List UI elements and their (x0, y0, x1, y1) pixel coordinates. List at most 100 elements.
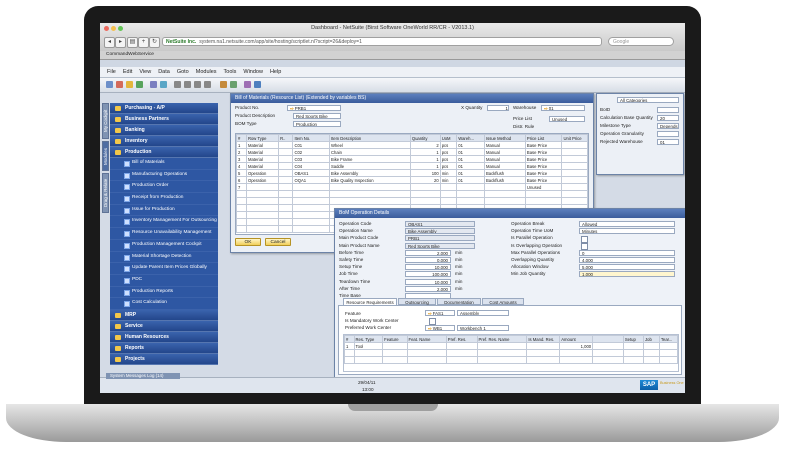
menu-help[interactable]: Help (270, 69, 281, 75)
preferred-name-field[interactable]: Workbench 1 (457, 325, 509, 331)
bom-col-header[interactable]: R.. (278, 134, 294, 142)
menu-file[interactable]: File (107, 69, 116, 75)
filter-icon[interactable] (220, 81, 227, 88)
sidebar-module-service[interactable]: Service (110, 320, 218, 332)
operation-field-value[interactable]: PRB1 (405, 235, 475, 242)
operation-right-value[interactable]: Allowed (579, 221, 675, 227)
operation-right-value[interactable]: Minutes (579, 228, 675, 235)
link-arrow-icon[interactable]: ⇨ (544, 106, 548, 110)
operation-right-value[interactable]: 0 (579, 249, 675, 256)
tab-modules[interactable]: Modules (102, 141, 109, 171)
sidebar-module-human-resources[interactable]: Human Resources (110, 331, 218, 343)
bom-col-header[interactable]: Row Type (245, 134, 280, 142)
feature-name-field[interactable]: Assembly (457, 310, 509, 316)
sidebar-module-banking[interactable]: Banking (110, 125, 218, 136)
link-arrow-icon[interactable]: ⇨ (428, 311, 432, 315)
operation-field-value[interactable]: 2,000 (405, 249, 451, 256)
sidebar-item-production-order[interactable]: Production Order (110, 181, 218, 194)
resource-col-header[interactable]: Pref. Res. (445, 335, 478, 343)
first-record-icon[interactable] (174, 81, 181, 88)
table-row[interactable]: 6 Operation OQA1 Bike Quality Inspection 20 m… (236, 176, 588, 184)
menu-goto[interactable]: Goto (177, 69, 189, 75)
operation-right-checkbox[interactable] (581, 235, 588, 243)
feature-code-field[interactable]: ⇨FAS1 (425, 310, 455, 316)
ok-button[interactable]: OK (235, 238, 261, 246)
prev-record-icon[interactable] (184, 81, 191, 88)
menu-tools[interactable]: Tools (224, 69, 237, 75)
right-panel-field[interactable]: Depends on (657, 123, 679, 129)
settings-icon[interactable] (244, 81, 251, 88)
x-quantity-field[interactable]: 1 (487, 105, 509, 111)
bom-col-header[interactable]: Price List (524, 134, 563, 142)
sidebar-module-production[interactable]: Production (110, 147, 218, 158)
back-button[interactable]: ◂ (104, 37, 115, 48)
bom-col-header[interactable]: Item No. (292, 134, 330, 142)
resource-col-header[interactable]: Setup (622, 335, 645, 343)
bom-col-header[interactable]: # (236, 134, 247, 142)
tab-resource-requirements[interactable]: Resource Requirements (343, 298, 397, 305)
address-bar[interactable]: NetSuite Inc. system.na1.netsuite.com/app… (162, 37, 602, 46)
reload-icon[interactable]: ↻ (149, 37, 160, 48)
operation-field-value[interactable]: Bike Assembly (405, 228, 475, 235)
sidebar-module-inventory[interactable]: Inventory (110, 136, 218, 147)
add-bookmark-button[interactable]: + (138, 37, 149, 48)
email-icon[interactable] (126, 81, 133, 88)
sidebar-item-cost-calculation[interactable]: Cost Calculation (110, 298, 218, 310)
sidebar-item-resource-unavailability-management[interactable]: Resource Unavailability Management (110, 228, 218, 240)
menu-window[interactable]: Window (243, 69, 263, 75)
link-arrow-icon[interactable]: ⇨ (290, 106, 294, 110)
bom-col-header[interactable]: Quantity (409, 134, 441, 142)
forward-button[interactable]: ▸ (115, 37, 126, 48)
sidebar-item-pdc[interactable]: PDC (110, 274, 218, 287)
tab-drag-relate[interactable]: Drag & Relate (102, 173, 109, 213)
operation-field-value[interactable]: 0,000 (405, 257, 451, 263)
last-record-icon[interactable] (204, 81, 211, 88)
menu-data[interactable]: Data (158, 69, 170, 75)
sidebar-item-bill-of-materials[interactable]: Bill of Materials (110, 158, 218, 170)
resource-col-header[interactable]: Job (643, 335, 660, 343)
table-row[interactable]: 7 Unused (236, 183, 588, 191)
preview-icon[interactable] (116, 81, 123, 88)
sidebar-module-business-partners[interactable]: Business Partners (110, 114, 218, 125)
price-list-select[interactable]: Unused (549, 116, 585, 122)
search-input[interactable]: Google (608, 37, 674, 46)
tab-outsourcing[interactable]: Outsourcing (398, 298, 436, 305)
sidebar-item-inventory-management-for-outsourcing[interactable]: Inventory Management For Outsourcing (110, 216, 218, 229)
cancel-button[interactable]: Cancel (265, 238, 291, 246)
right-panel-field[interactable] (657, 131, 679, 137)
sidebar-module-reports[interactable]: Reports (110, 342, 218, 354)
sidebar-item-production-reports[interactable]: Production Reports (110, 286, 218, 299)
operation-field-value[interactable]: 100,000 (405, 271, 451, 278)
help-icon[interactable] (254, 81, 261, 88)
sidebar-module-mrp[interactable]: MRP (110, 309, 218, 321)
resource-col-header[interactable]: Pref. Res. Name (476, 335, 528, 343)
table-row[interactable]: 4 Material C04 Saddle 1 pcs 01 Manual Base Price (236, 162, 588, 170)
resource-col-header[interactable]: Amount (559, 335, 594, 343)
sidebar-module-projects[interactable]: Projects (110, 353, 218, 365)
operation-right-value[interactable]: 4,000 (579, 257, 675, 263)
system-messages-tab[interactable]: System Messages Log (14) (106, 373, 180, 379)
table-row[interactable]: 1 Tool 1,000 (344, 342, 678, 350)
find-icon[interactable] (150, 81, 157, 88)
link-arrow-icon[interactable]: ⇨ (428, 326, 432, 330)
sidebar-item-update-parent-item-prices-globally[interactable]: Update Parent Item Prices Globally (110, 263, 218, 275)
bom-col-header[interactable]: Item Description (328, 134, 411, 142)
resource-grid[interactable]: # Res. Type Feature Feat. Name Pref. Res. Pre… (343, 334, 679, 372)
operation-field-value[interactable]: OBAS1 (405, 221, 475, 227)
sidebar-module-purchasing-a-p[interactable]: Purchasing - A/P (110, 103, 218, 114)
product-no-field[interactable]: ⇨PRB1 (287, 105, 341, 111)
right-panel-field[interactable]: 01 (657, 139, 679, 145)
resource-col-header[interactable]: Res. Type (353, 335, 384, 343)
tab-cost-amounts[interactable]: Cost Amounts (482, 298, 524, 305)
sidebar-item-production-management-cockpit[interactable]: Production Management Cockpit (110, 239, 218, 252)
menu-edit[interactable]: Edit (123, 69, 132, 75)
resource-col-header[interactable]: # (344, 335, 355, 343)
table-row[interactable]: 2 Material C02 Chain 1 pcs 01 Manual Base Price (236, 148, 588, 156)
table-row[interactable]: 3 Material C03 Bike Frame 1 pcs 01 Manual Base P… (236, 155, 588, 163)
bom-type-select[interactable]: Production (293, 121, 341, 127)
bom-col-header[interactable]: Issue Method (483, 134, 526, 142)
tab-my-cockpit[interactable]: My Cockpit (102, 103, 109, 139)
sidebar-item-issue-for-production[interactable]: Issue for Production (110, 204, 218, 217)
operation-field-value[interactable]: Red Sports Bike (405, 242, 475, 249)
warehouse-field[interactable]: ⇨01 (541, 105, 585, 111)
